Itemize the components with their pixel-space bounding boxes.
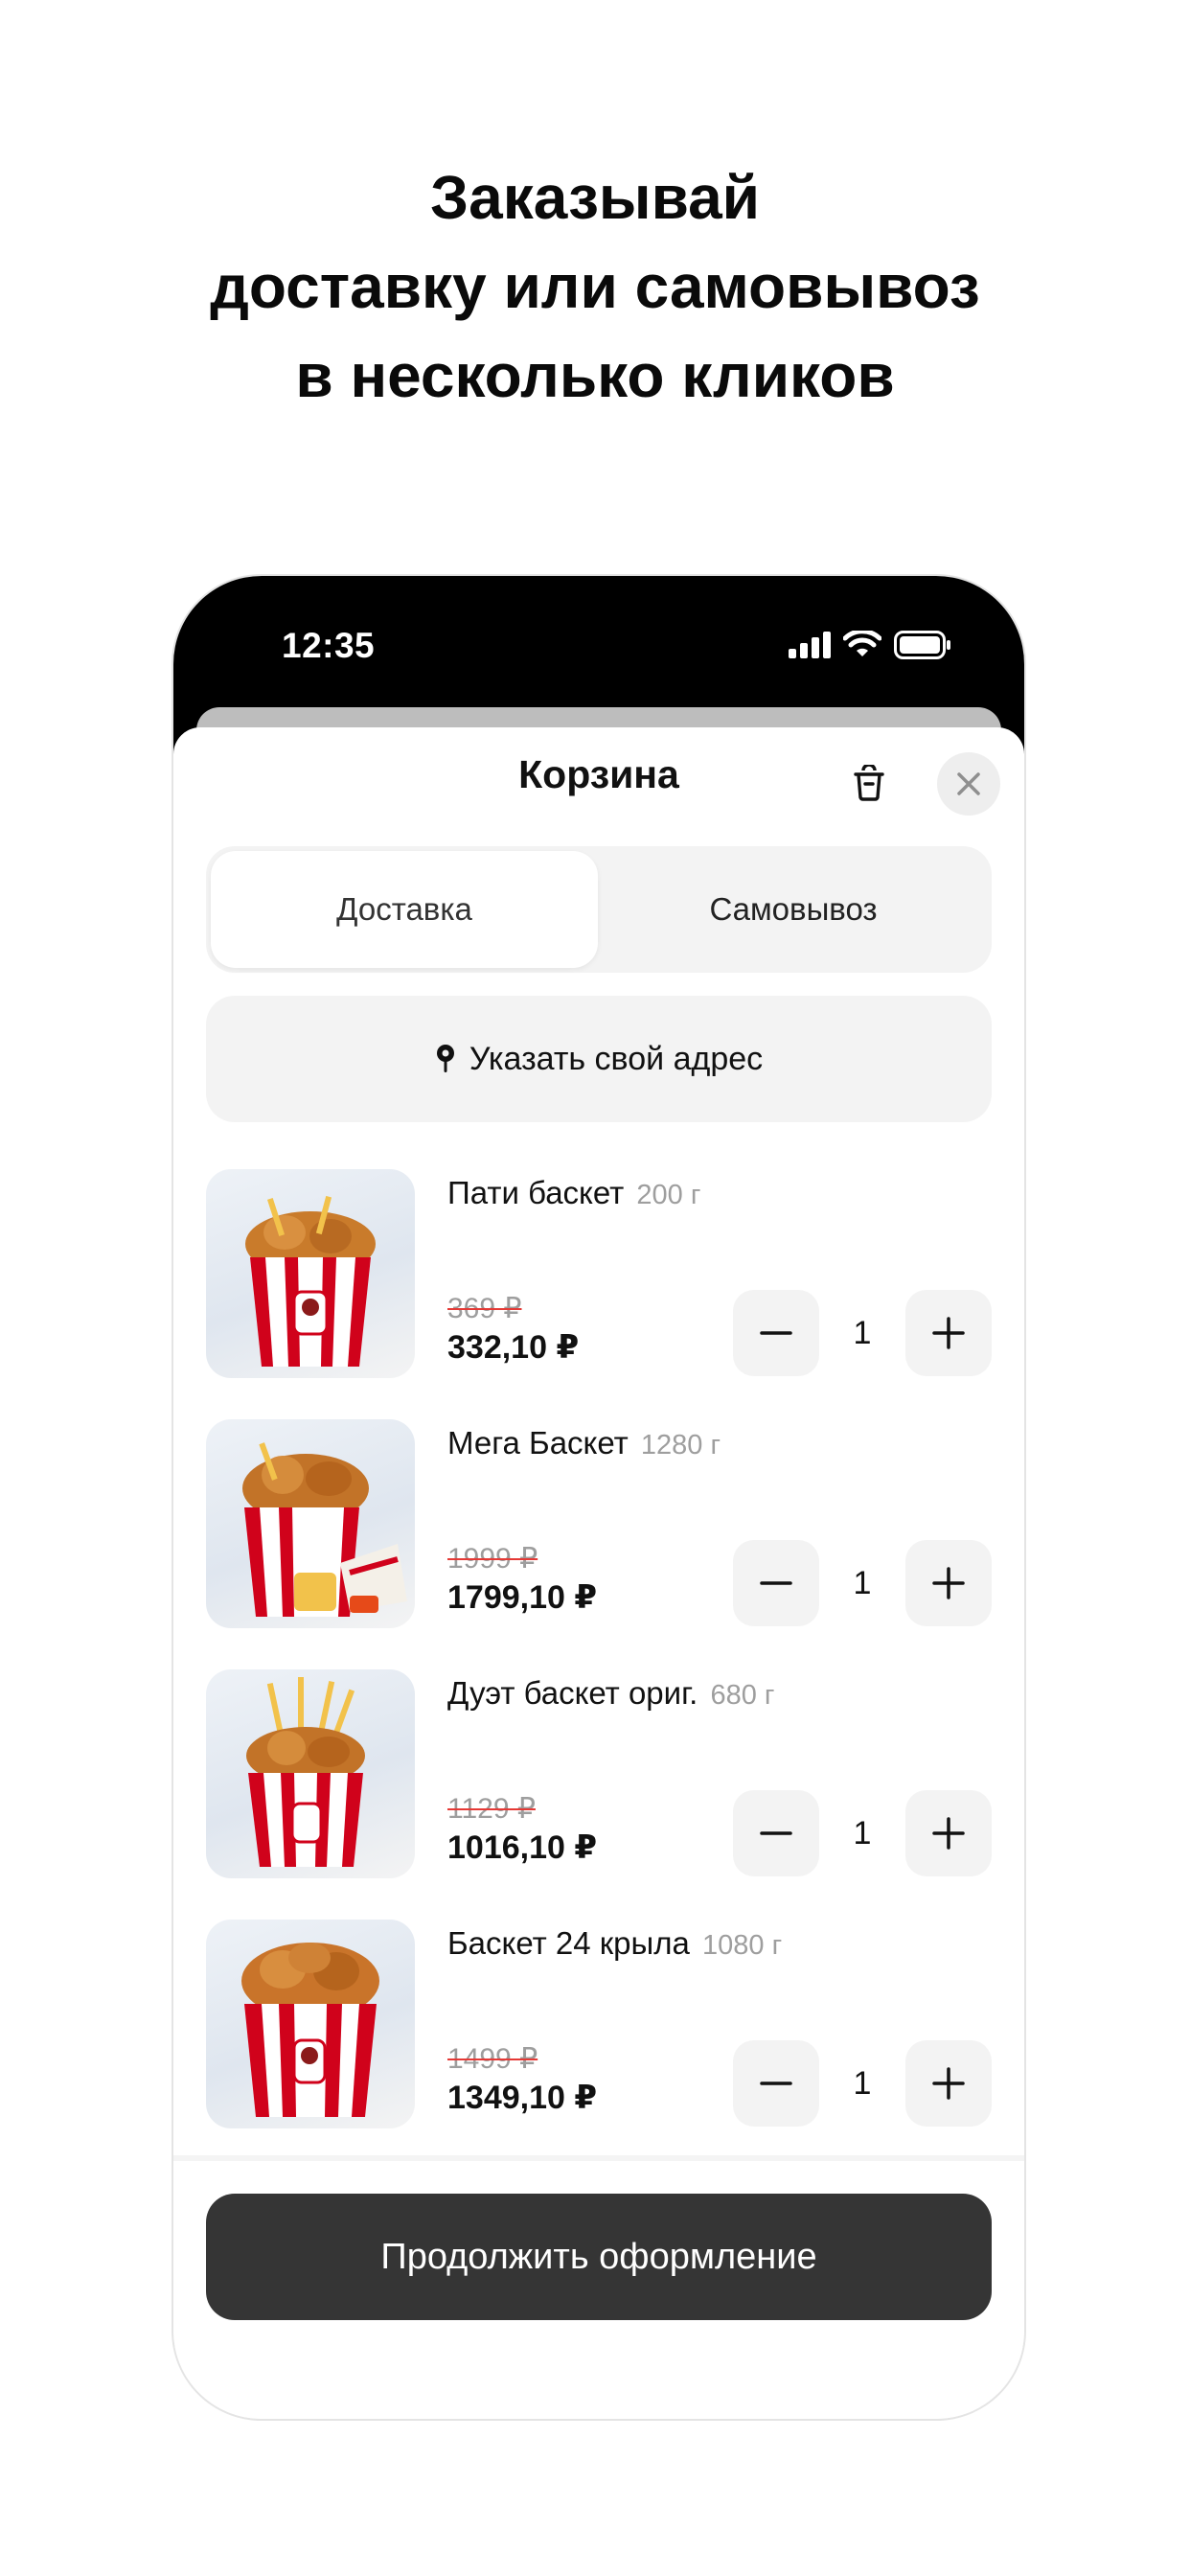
old-price: 1999 ₽ [447, 1543, 538, 1575]
item-weight: 1080 г [702, 1930, 783, 1961]
wifi-icon [843, 631, 881, 656]
headline-line-1: Заказывай [430, 163, 760, 232]
minus-icon [760, 1331, 792, 1335]
plus-icon [932, 1567, 965, 1599]
status-time: 12:35 [282, 626, 376, 665]
increase-qty-button[interactable] [905, 2040, 992, 2127]
headline-line-2: доставку или самовывоз [210, 252, 980, 321]
cart-item: Пати баскет 200 г 369 ₽ 332,10 ₽ 1 [206, 1169, 992, 1378]
plus-icon [932, 1317, 965, 1349]
old-price: 1129 ₽ [447, 1793, 536, 1825]
trash-icon [854, 765, 884, 801]
cart-title: Корзина [518, 752, 679, 796]
close-icon [957, 772, 980, 795]
decrease-qty-button[interactable] [733, 1790, 819, 1876]
decrease-qty-button[interactable] [733, 1540, 819, 1626]
cart-sheet: Корзина Доставка Самовывоз Указать свой … [173, 727, 1024, 2419]
increase-qty-button[interactable] [905, 1290, 992, 1376]
item-price: 1349,10 ₽ [447, 2080, 598, 2116]
plus-icon [932, 1817, 965, 1850]
quantity-value: 1 [853, 1314, 872, 1351]
quantity-value: 1 [853, 1564, 872, 1601]
product-image [206, 1419, 415, 1628]
footer-divider [173, 2155, 1024, 2161]
item-price: 1799,10 ₽ [447, 1579, 598, 1616]
minus-icon [760, 1831, 792, 1835]
quantity-value: 1 [853, 1814, 872, 1852]
address-label: Указать свой адрес [469, 1040, 764, 1077]
product-image [206, 1920, 415, 2128]
order-type-switch: Доставка Самовывоз [206, 846, 992, 973]
item-name: Дуэт баскет ориг. 680 г [447, 1675, 775, 1711]
quantity-value: 1 [853, 2064, 872, 2102]
increase-qty-button[interactable] [905, 1790, 992, 1876]
battery-icon [894, 631, 950, 659]
item-name: Баскет 24 крыла 1080 г [447, 1925, 783, 1961]
old-price: 369 ₽ [447, 1293, 522, 1324]
increase-qty-button[interactable] [905, 1540, 992, 1626]
item-weight: 1280 г [640, 1430, 721, 1460]
plus-icon [932, 2067, 965, 2100]
decrease-qty-button[interactable] [733, 2040, 819, 2127]
location-pin-icon [436, 1045, 454, 1072]
promo-headline: Заказывай доставку или самовывоз в неско… [0, 153, 1190, 421]
item-name: Пати баскет 200 г [447, 1175, 701, 1210]
item-name: Мега Баскет 1280 г [447, 1425, 721, 1460]
item-price: 332,10 ₽ [447, 1329, 580, 1366]
headline-line-3: в несколько кликов [295, 341, 895, 410]
tab-pickup[interactable]: Самовывоз [600, 851, 987, 968]
phone-mockup: 12:35 Корзина Доставка Самовывоз Указать… [173, 576, 1024, 2419]
item-weight: 680 г [710, 1680, 775, 1711]
close-button[interactable] [937, 752, 1000, 816]
status-icons [789, 631, 951, 659]
item-weight: 200 г [636, 1180, 701, 1210]
address-button[interactable]: Указать свой адрес [206, 996, 992, 1122]
minus-icon [760, 2082, 792, 2085]
product-image [206, 1169, 415, 1378]
cart-item: Баскет 24 крыла 1080 г 1499 ₽ 1349,10 ₽ … [206, 1920, 992, 2128]
cart-item: Мега Баскет 1280 г 1999 ₽ 1799,10 ₽ 1 [206, 1419, 992, 1628]
tab-delivery[interactable]: Доставка [211, 851, 598, 968]
continue-checkout-button[interactable]: Продолжить оформление [206, 2194, 992, 2320]
cellular-signal-icon [789, 632, 831, 658]
minus-icon [760, 1581, 792, 1585]
decrease-qty-button[interactable] [733, 1290, 819, 1376]
old-price: 1499 ₽ [447, 2043, 538, 2075]
item-price: 1016,10 ₽ [447, 1829, 598, 1866]
clear-cart-button[interactable] [847, 761, 891, 805]
cart-item: Дуэт баскет ориг. 680 г 1129 ₽ 1016,10 ₽… [206, 1669, 992, 1878]
product-image [206, 1669, 415, 1878]
